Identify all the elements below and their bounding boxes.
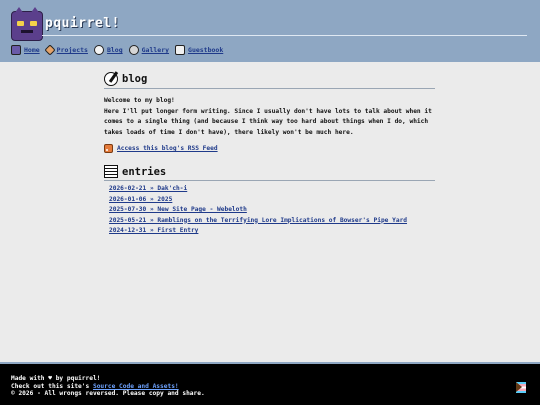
copyright-line: © 2026 - All wrongs reversed. Please cop… xyxy=(11,390,205,398)
main-content: blog Welcome to my blog! Here I'll put l… xyxy=(104,72,436,238)
nav-item-gallery[interactable]: Gallery xyxy=(128,45,169,55)
entry-link[interactable]: 2024-12-31 » First Entry xyxy=(109,227,434,235)
nav-label[interactable]: Projects xyxy=(57,46,88,54)
pencil-icon xyxy=(43,44,56,56)
blog-heading: blog xyxy=(104,72,436,86)
welcome-text: Welcome to my blog! xyxy=(104,97,175,104)
main-nav: Home Projects Blog Gallery Guestbook xyxy=(11,44,223,56)
description-text: Here I'll put longer form writing. Since… xyxy=(104,107,432,136)
nav-label[interactable]: Guestbook xyxy=(188,46,223,54)
magnifier-icon xyxy=(104,72,118,86)
blog-intro: Welcome to my blog! Here I'll put longer… xyxy=(104,96,436,138)
entry-link[interactable]: 2025-07-30 » New Site Page - Webeloth xyxy=(109,206,434,214)
page-title: blog xyxy=(122,73,148,85)
nav-label[interactable]: Home xyxy=(24,46,40,54)
source-code-link[interactable]: Source Code and Assets! xyxy=(93,383,179,390)
entries-title: entries xyxy=(122,165,167,178)
entry-link[interactable]: 2026-02-21 » Dak'ch-i xyxy=(109,185,434,193)
list-icon xyxy=(104,165,118,178)
magnifier-icon xyxy=(93,45,104,55)
rss-feed-link[interactable]: Access this blog's RSS Feed xyxy=(117,145,218,152)
source-prefix: Check out this site's xyxy=(11,382,93,390)
nav-item-home[interactable]: Home xyxy=(11,45,40,55)
source-line: Check out this site's Source Code and As… xyxy=(11,383,205,391)
book-icon xyxy=(175,45,186,55)
home-icon xyxy=(11,45,21,55)
entry-link[interactable]: 2025-05-21 » Ramblings on the Terrifying… xyxy=(109,217,434,225)
nav-label[interactable]: Gallery xyxy=(142,46,169,54)
nav-item-blog[interactable]: Blog xyxy=(93,45,123,55)
section-divider xyxy=(104,88,435,89)
site-header: pquirrel! Home Projects Blog Gallery Gue… xyxy=(0,0,540,62)
entries-heading: entries xyxy=(104,165,436,178)
nav-label[interactable]: Blog xyxy=(107,46,123,54)
header-divider xyxy=(42,35,527,36)
site-title[interactable]: pquirrel! xyxy=(45,16,120,31)
squirrel-logo-icon[interactable] xyxy=(11,7,43,41)
nav-item-projects[interactable]: Projects xyxy=(43,44,88,56)
entries-list: 2026-02-21 » Dak'ch-i 2026-01-06 » 2025 … xyxy=(104,185,436,235)
section-divider xyxy=(104,180,435,181)
rss-icon xyxy=(104,144,113,153)
site-footer: Made with ♥ by pquirrel! Check out this … xyxy=(0,362,540,405)
nav-item-guestbook[interactable]: Guestbook xyxy=(175,45,223,55)
entry-link[interactable]: 2026-01-06 » 2025 xyxy=(109,196,434,204)
made-with-line: Made with ♥ by pquirrel! xyxy=(11,375,101,382)
pride-flag-icon xyxy=(516,382,526,393)
rss-row: Access this blog's RSS Feed xyxy=(104,144,436,153)
footer-text: Made with ♥ by pquirrel! Check out this … xyxy=(11,375,205,398)
gallery-icon xyxy=(128,45,139,55)
